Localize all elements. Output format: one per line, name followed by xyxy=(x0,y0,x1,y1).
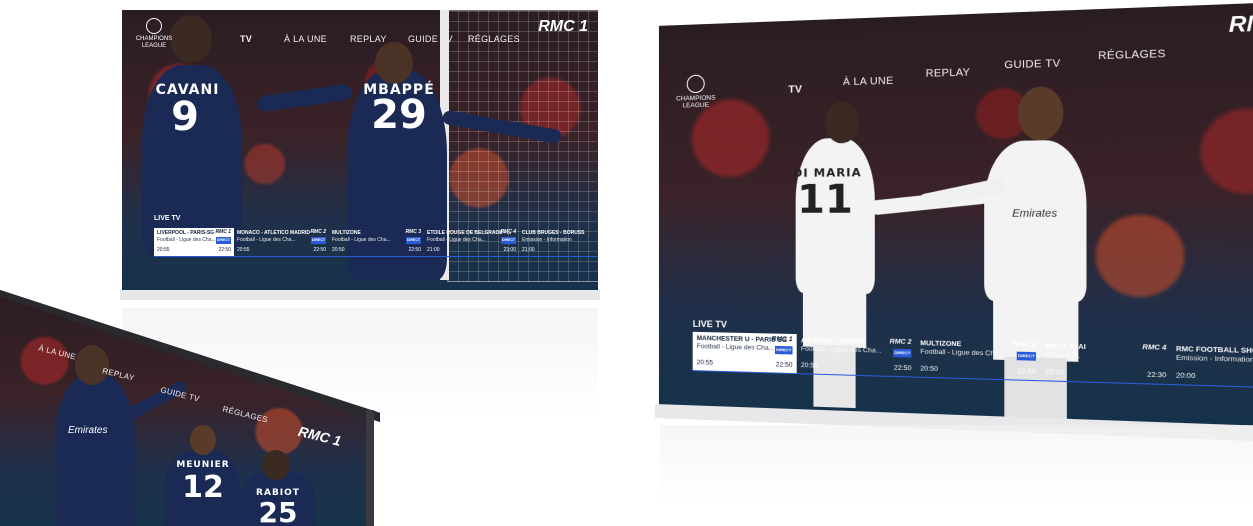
nav-guide-tv[interactable]: GUIDE TV xyxy=(1004,58,1060,71)
direct-badge: DIRECT xyxy=(775,345,793,355)
player-head xyxy=(170,15,212,63)
live-card[interactable]: MANCHESTER U - PARIS SG Football - Ligue… xyxy=(692,331,797,374)
rmc-sport-logo: RMC 1 xyxy=(1228,10,1253,38)
card-subtitle: Emission - Information xyxy=(1175,354,1253,365)
card-start-time: 20:00 xyxy=(1175,372,1196,381)
card-end-time: 22:50 xyxy=(218,247,231,253)
card-end-time: 22:50 xyxy=(1017,367,1036,376)
jersey-number-meunier: 12 xyxy=(182,470,224,505)
jersey-number-di-maria: 11 xyxy=(797,176,853,223)
rmc-sport-logo: RMC 1 xyxy=(538,18,588,35)
shirt-sponsor: Emirates xyxy=(68,425,108,436)
nav-replay[interactable]: REPLAY xyxy=(926,67,971,80)
direct-badge: DIRECT xyxy=(500,237,516,244)
nav-guide-tv[interactable]: GUIDE TV xyxy=(408,34,453,44)
nav-replay[interactable]: REPLAY xyxy=(350,34,387,44)
card-subtitle: Yokkao 31 xyxy=(1045,351,1080,360)
champions-league-logo: CHAMPIONS LEAGUE xyxy=(134,18,174,50)
tv-left-screen: Emirates MEUNIER 12 RABIOT 25 À LA UNE R… xyxy=(0,290,372,526)
card-start-time: 20:55 xyxy=(237,247,250,253)
strip-underline xyxy=(154,256,598,257)
card-channel-logo: RMC 2 xyxy=(889,338,912,347)
live-card[interactable]: AS ROMA - PORTO Football - Ligue des Cha… xyxy=(797,334,916,377)
shirt-sponsor: Emirates xyxy=(1012,208,1058,220)
card-start-time: 20:55 xyxy=(696,359,714,367)
tv-top-screen: CAVANI 9 MBAPPÉ 29 CHAMPIONS LEAGUE TV À… xyxy=(122,10,598,290)
card-channel-logo: RMC 2 xyxy=(310,229,326,235)
card-channel-logo: RMC 3 xyxy=(1013,340,1036,349)
card-end-time: 22:50 xyxy=(893,364,912,373)
champions-league-logo: CHAMPIONS LEAGUE xyxy=(673,74,719,109)
card-end-time: 22:50 xyxy=(775,361,793,369)
live-card[interactable]: ETOILE ROUGE DE BELGRADE - ... Football … xyxy=(424,228,519,256)
tv-right-screen: DI MARIA 11 Emirates CHAMPIONS LEAGUE TV… xyxy=(658,0,1253,428)
card-start-time: 20:50 xyxy=(920,365,939,374)
player-head xyxy=(375,42,413,84)
competition-line-1: CHAMPIONS xyxy=(135,36,173,42)
competition-line-2: LEAGUE xyxy=(141,43,167,49)
tv-left-edge xyxy=(366,410,374,526)
direct-badge: DIRECT xyxy=(405,237,421,244)
jersey-number-rabiot: 25 xyxy=(258,496,298,526)
player-mbappe xyxy=(55,375,135,526)
nav-tv[interactable]: TV xyxy=(788,84,802,96)
ucl-ball-icon xyxy=(146,18,162,34)
live-tv-label: LIVE TV xyxy=(692,318,727,330)
direct-badge: DIRECT xyxy=(310,237,326,244)
card-start-time: 20:50 xyxy=(332,247,345,253)
card-channel-logo: RMC 4 xyxy=(500,229,516,235)
jersey-number-mbappe: 29 xyxy=(371,92,427,138)
competition-line-2: LEAGUE xyxy=(682,101,709,110)
card-end-time: 22:50 xyxy=(408,247,421,253)
card-title: CLUB BRUGES - BORUSS xyxy=(522,230,585,236)
live-card[interactable]: MULTIZONE Football - Ligue des Cha... 20… xyxy=(329,228,424,256)
nav-a-la-une[interactable]: À LA UNE xyxy=(284,34,327,44)
tv-left: Emirates MEUNIER 12 RABIOT 25 À LA UNE R… xyxy=(0,290,380,526)
card-start-time: 20:30 xyxy=(1045,368,1064,377)
card-start-time: 20:55 xyxy=(800,361,818,370)
direct-badge: DIRECT xyxy=(1016,351,1036,361)
card-channel-logo: RMC 1 xyxy=(215,229,231,235)
player-mbappe xyxy=(984,139,1087,303)
nav-reglages[interactable]: RÉGLAGES xyxy=(1098,48,1166,62)
ucl-ball-icon xyxy=(686,74,705,94)
player-head xyxy=(190,425,216,455)
tv-top: CAVANI 9 MBAPPÉ 29 CHAMPIONS LEAGUE TV À… xyxy=(120,8,600,300)
card-end-time: 22:50 xyxy=(313,247,326,253)
player-head xyxy=(75,345,109,385)
jersey-number-cavani: 9 xyxy=(171,94,199,140)
live-card[interactable]: MULTIZONE Football - Ligue des Cha... 20… xyxy=(916,337,1041,381)
live-tv-label: LIVE TV xyxy=(154,215,181,222)
card-channel-logo: RMC 1 xyxy=(771,335,793,344)
card-start-time: 21:00 xyxy=(522,247,535,253)
live-card[interactable]: RMC FOOTBALL SHOW Emission - Information… xyxy=(1171,342,1253,388)
card-channel-logo: RMC 4 xyxy=(1142,343,1167,352)
live-channel-strip: LIVERPOOL - PARIS-SG Football - Ligue de… xyxy=(154,228,598,256)
direct-badge: DIRECT xyxy=(893,348,912,358)
tv-right: DI MARIA 11 Emirates CHAMPIONS LEAGUE TV… xyxy=(655,0,1253,449)
direct-badge: DIRECT xyxy=(215,237,231,244)
tv-right-reflection xyxy=(660,425,1253,505)
live-card[interactable]: CLUB BRUGES - BORUSS Emission - Informat… xyxy=(519,228,598,256)
nav-a-la-une[interactable]: À LA UNE xyxy=(843,76,894,89)
nav-tv[interactable]: TV xyxy=(240,34,252,44)
card-start-time: 21:00 xyxy=(427,247,440,253)
live-card[interactable]: LIVERPOOL - PARIS-SG Football - Ligue de… xyxy=(154,228,234,256)
nav-reglages[interactable]: RÉGLAGES xyxy=(468,34,520,44)
card-start-time: 20:55 xyxy=(157,247,170,253)
player-head xyxy=(262,450,290,480)
live-card[interactable]: MONACO - ATLÉTICO MADRID Football - Ligu… xyxy=(234,228,329,256)
card-end-time: 23:00 xyxy=(503,247,516,253)
card-end-time: 22:30 xyxy=(1147,371,1167,380)
card-channel-logo: RMC 3 xyxy=(405,229,421,235)
card-subtitle: Emission - Information xyxy=(522,237,572,243)
live-card[interactable]: MUAY THAI Yokkao 31 20:30 22:30 RMC 4 xyxy=(1041,339,1172,384)
jersey-name-meunier: MEUNIER xyxy=(176,460,230,470)
